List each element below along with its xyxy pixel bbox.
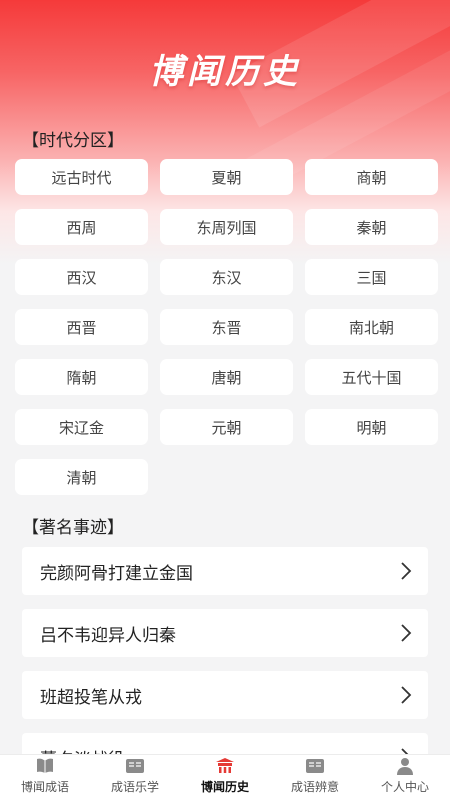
tab-idiom-meaning[interactable]: 成语辨意 [270, 755, 360, 800]
bottom-tab-bar: 博闻成语 成语乐学 博闻历史 成语辨意 个人中心 [0, 754, 450, 800]
book-icon [37, 758, 53, 773]
tab-label: 个人中心 [380, 780, 429, 794]
tab-profile[interactable]: 个人中心 [360, 755, 450, 800]
era-button[interactable]: 东晋 [160, 309, 293, 345]
era-button[interactable]: 元朝 [160, 409, 293, 445]
card-icon [306, 759, 324, 773]
era-section-title: 【时代分区】 [22, 131, 124, 151]
era-button[interactable]: 远古时代 [15, 159, 148, 195]
tab-label: 博闻成语 [20, 780, 69, 794]
person-icon [397, 758, 413, 775]
events-section-title: 【著名事迹】 [22, 518, 124, 538]
card-icon [126, 759, 144, 773]
chevron-right-icon [401, 686, 412, 704]
history-icon [216, 758, 234, 773]
event-title: 完颜阿骨打建立金国 [40, 563, 193, 584]
era-button[interactable]: 宋辽金 [15, 409, 148, 445]
tab-label: 成语乐学 [110, 780, 159, 794]
era-button[interactable]: 三国 [305, 259, 438, 295]
era-button[interactable]: 商朝 [305, 159, 438, 195]
era-button[interactable]: 东汉 [160, 259, 293, 295]
chevron-right-icon [401, 624, 412, 642]
era-button[interactable]: 秦朝 [305, 209, 438, 245]
era-button[interactable]: 夏朝 [160, 159, 293, 195]
event-list-item[interactable]: 班超投笔从戎 [22, 671, 428, 719]
era-button[interactable]: 东周列国 [160, 209, 293, 245]
event-list-item[interactable]: 藿夕淡战役 [22, 733, 428, 755]
era-button[interactable]: 南北朝 [305, 309, 438, 345]
era-button[interactable]: 唐朝 [160, 359, 293, 395]
tab-label: 成语辨意 [290, 780, 339, 794]
era-button[interactable]: 明朝 [305, 409, 438, 445]
chevron-right-icon [401, 562, 412, 580]
event-list-item[interactable]: 完颜阿骨打建立金国 [22, 547, 428, 595]
tab-idiom-learning[interactable]: 成语乐学 [90, 755, 180, 800]
page-title: 博闻历史 [149, 52, 301, 92]
era-button[interactable]: 清朝 [15, 459, 148, 495]
era-button[interactable]: 西周 [15, 209, 148, 245]
era-button[interactable]: 西晋 [15, 309, 148, 345]
tab-history[interactable]: 博闻历史 [180, 755, 270, 800]
event-title: 吕不韦迎异人归秦 [40, 625, 176, 646]
era-button[interactable]: 西汉 [15, 259, 148, 295]
era-grid: 远古时代 夏朝 商朝 西周 东周列国 秦朝 西汉 东汉 三国 西晋 东晋 南北朝… [15, 159, 438, 495]
tab-label: 博闻历史 [200, 780, 249, 794]
tab-idioms[interactable]: 博闻成语 [0, 755, 90, 800]
era-button[interactable]: 五代十国 [305, 359, 438, 395]
event-list-item[interactable]: 吕不韦迎异人归秦 [22, 609, 428, 657]
event-title: 班超投笔从戎 [40, 687, 142, 708]
era-button[interactable]: 隋朝 [15, 359, 148, 395]
events-list: 完颜阿骨打建立金国 吕不韦迎异人归秦 班超投笔从戎 藿夕淡战役 [22, 547, 428, 755]
